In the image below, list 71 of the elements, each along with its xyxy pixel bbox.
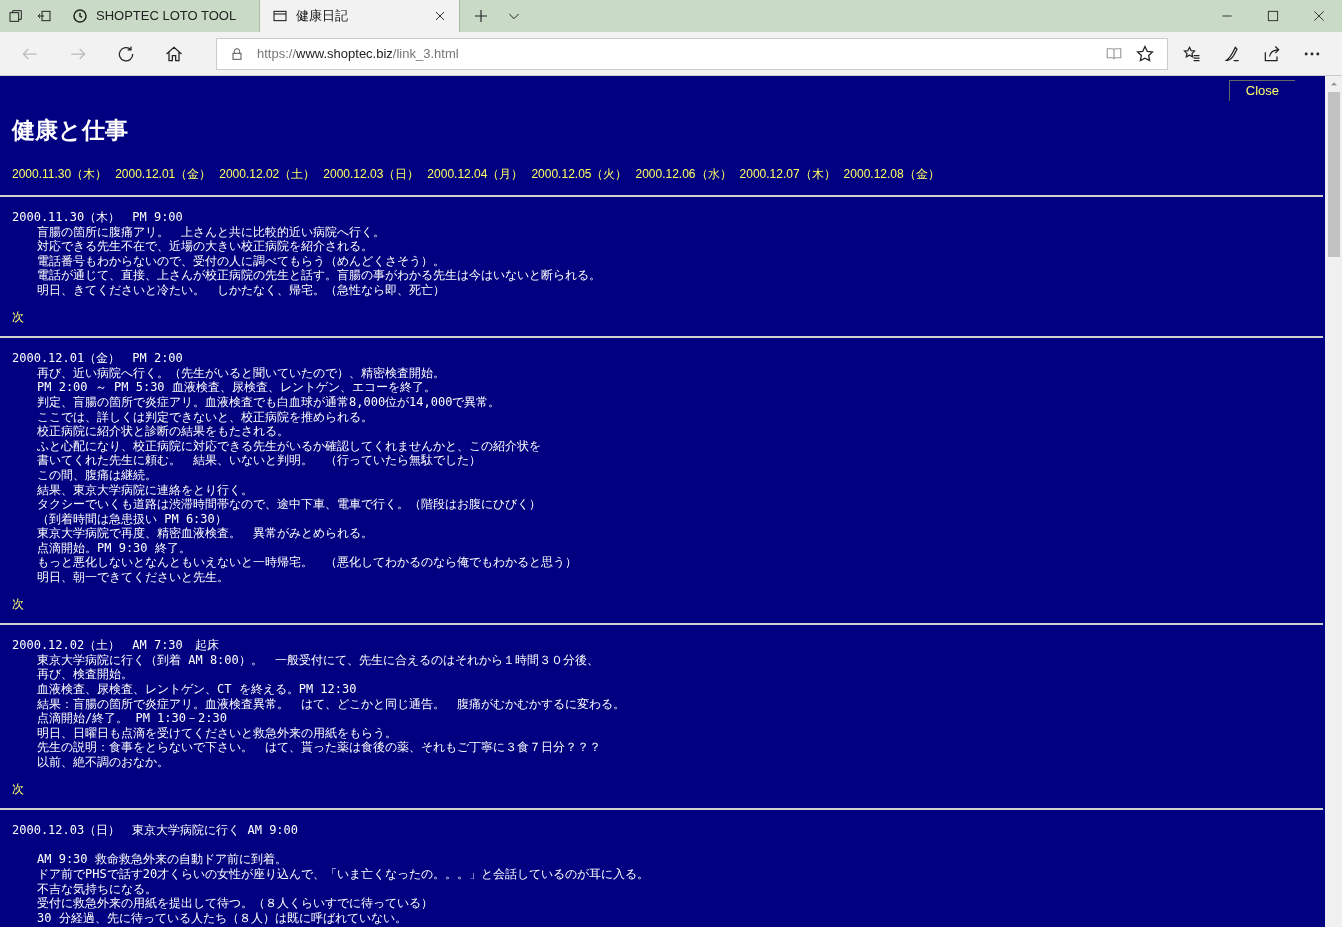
entry-line: ドア前でPHSで話す20才くらいの女性が座り込んで、「いま亡くなったの。。。」と会話しているのが耳に入る。 [36, 866, 651, 882]
entry-line: 明日、朝一できてくださいと先生。 [36, 570, 230, 585]
clock-icon [72, 8, 88, 24]
entry-line: （到着時間は急患扱い PM 6:30） [36, 511, 228, 527]
set-aside-icon[interactable] [36, 8, 52, 24]
tabs-icon[interactable] [8, 8, 24, 24]
entry-line: 判定、盲腸の箇所で炎症アリ。血液検査でも白血球が通常8,000位が14,000で異常。 [36, 394, 502, 410]
entry-line: 東京大学病院で再度、精密血液検査。 異常がみとめられる。 [36, 526, 374, 541]
entry-line: 盲腸の箇所に腹痛アリ。 上さんと共に比較的近い病院へ行く。 [36, 224, 386, 240]
close-link[interactable]: Close [1228, 80, 1295, 101]
entry-line: 以前、絶不調のおなか。 [36, 755, 170, 770]
entry-line: 校正病院に紹介状と診断の結果をもたされる。 [36, 424, 290, 439]
entry-line: 不吉な気持ちになる。 [36, 881, 158, 897]
entry-line: 点滴開始。PM 9:30 終了。 [36, 540, 192, 556]
date-link[interactable]: 2000.12.04（月） [427, 165, 524, 183]
entry-line: 明日、きてくださいと冷たい。 しかたなく、帰宅。（急性なら即、死亡） [36, 282, 446, 298]
url-text: https://www.shoptec.biz/link_3.html [257, 44, 460, 63]
date-link[interactable]: 2000.12.03（日） [323, 165, 420, 183]
entry-line: 結果：盲腸の箇所で炎症アリ。血液検査異常。 はて、どこかと同じ通告。 腹痛がむかむかするに変わる。 [36, 696, 626, 712]
entry-heading: 2000.11.30（木） PM 9:00 [12, 210, 184, 225]
entry-line: ふと心配になり、校正病院に対応できる先生がいるか確認してくれませんかと、この紹介状を [36, 438, 542, 454]
next-link[interactable]: 次 [12, 596, 24, 612]
scrollbar[interactable] [1325, 76, 1342, 927]
entry-line: 東京大学病院に行く（到着 AM 8:00）。 一般受付にて、先生に合えるのはそれから１時間３０分後、 [36, 652, 600, 668]
entry-line: 書いてくれた先生に頼む。 結果、いないと判明。 （行っていたら無駄でした） [36, 453, 482, 468]
entry-line: 受付に救急外来の用紙を提出して待つ。（８人くらいすでに待っている） [36, 896, 434, 911]
date-link[interactable]: 2000.12.07（木） [739, 165, 836, 183]
scroll-up-icon[interactable] [1329, 80, 1338, 88]
next-link[interactable]: 次 [12, 309, 24, 325]
entry-heading: 2000.12.02（土） AM 7:30 起床 [12, 638, 220, 653]
star-icon[interactable] [1135, 43, 1155, 64]
entry-line: 明日、日曜日も点滴を受けてくださいと救急外来の用紙をもらう。 [36, 725, 398, 741]
maximize-icon[interactable] [1266, 9, 1280, 23]
entry-line: この間、腹痛は継続。 [36, 467, 158, 483]
page-icon [272, 8, 288, 24]
entry-line: PM 2:00 ～ PM 5:30 血液検査、尿検査、レントゲン、エコーを終了。 [36, 380, 437, 395]
close-icon[interactable] [1312, 9, 1326, 23]
page-title: 健康と仕事 [10, 115, 129, 145]
entry-line: AM 9:30 救命救急外来の自動ドア前に到着。 [36, 852, 288, 867]
address-bar[interactable]: https://www.shoptec.biz/link_3.html [216, 37, 1168, 70]
entry-line: ここでは、詳しくは判定できないと、校正病院を推められる。 [36, 409, 374, 425]
entry-heading: 2000.12.01（金） PM 2:00 [12, 351, 184, 366]
date-link[interactable]: 2000.11.30（木） [12, 165, 108, 183]
browser-tab[interactable]: 健康日記 [260, 0, 460, 32]
close-icon[interactable] [433, 9, 447, 23]
next-link[interactable]: 次 [12, 781, 24, 797]
entry-line: 血液検査、尿検査、レントゲン、CT を終える。PM 12:30 [36, 682, 358, 697]
entry-line: 電話番号もわからないので、受付の人に調べてもらう（めんどくさそう）。 [36, 253, 446, 269]
entry-line: 先生の説明：食事をとらないで下さい。 はて、貰った薬は食後の薬、それもご丁寧に３食７日分？？？ [36, 740, 602, 755]
date-link[interactable]: 2000.12.05（火） [531, 165, 628, 183]
scroll-thumb[interactable] [1327, 92, 1340, 257]
entry-heading: 2000.12.03（日） 東京大学病院に行く AM 9:00 [12, 823, 300, 838]
entry-line: 30 分経過、先に待っている人たち（８人）は既に呼ばれていない。 [36, 910, 408, 926]
tab-title: SHOPTEC LOTO TOOL [96, 7, 238, 26]
favorites-icon[interactable] [1182, 43, 1202, 64]
entry-line: 再び、検査開始。 [36, 667, 134, 683]
date-link[interactable]: 2000.12.02（土） [219, 165, 316, 183]
share-icon[interactable] [1262, 43, 1282, 64]
entry-line: 点滴開始/終了。 PM 1:30－2:30 [36, 711, 228, 726]
entry-line: 再び、近い病院へ行く。（先生がいると聞いていたので）、精密検査開始。 [36, 365, 446, 381]
entry-line: 電話が通じて、直接、上さんが校正病院の先生と話す。盲腸の事がわかる先生は今はいないと断られる。 [36, 268, 602, 283]
entry-line: 結果、東京大学病院に連絡をとり行く。 [36, 482, 254, 498]
tab-title: 健康日記 [296, 7, 349, 26]
entry-line: もっと悪化しないとなんともいえないと一時帰宅。 （悪化してわかるのなら俺でもわかると思う） [36, 555, 578, 571]
entry-line: タクシーでいくも道路は渋滞時間帯なので、途中下車、電車で行く。（階段はお腹にひびく） [36, 497, 542, 512]
lock-icon [229, 45, 245, 62]
date-link[interactable]: 2000.12.06（水） [635, 165, 732, 183]
plus-icon[interactable] [472, 7, 490, 25]
date-link[interactable]: 2000.12.08（金） [843, 165, 940, 183]
date-link[interactable]: 2000.12.01（金） [115, 165, 212, 183]
entry-line: 対応できる先生不在で、近場の大きい校正病院を紹介される。 [36, 239, 374, 254]
